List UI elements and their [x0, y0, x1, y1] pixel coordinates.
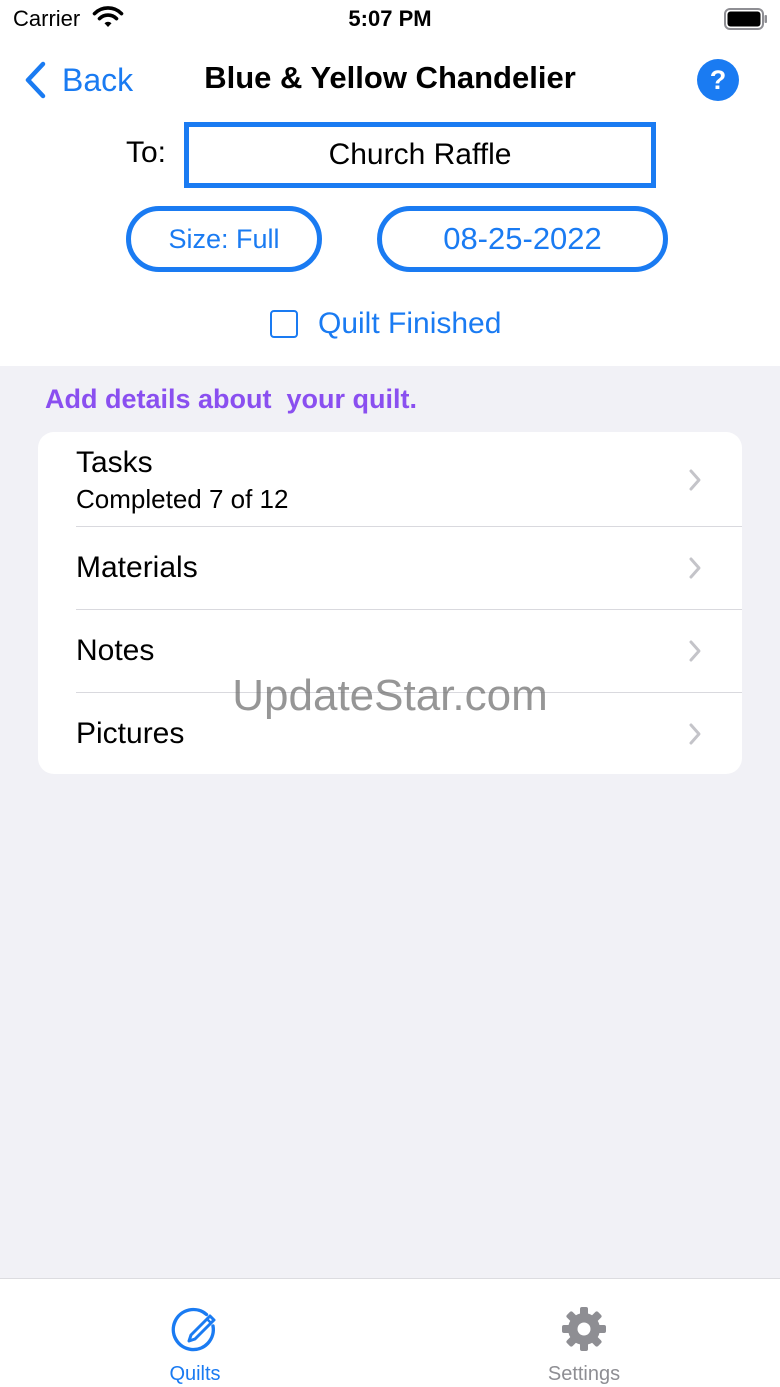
- list-item-pictures[interactable]: Pictures: [38, 693, 742, 774]
- chevron-right-icon: [689, 469, 701, 491]
- tab-quilts-label: Quilts: [169, 1363, 221, 1385]
- to-label: To:: [126, 136, 167, 169]
- gear-icon: [562, 1307, 606, 1351]
- chevron-left-icon: [25, 61, 46, 99]
- size-button[interactable]: Size: Full: [126, 206, 322, 272]
- notes-title: Notes: [76, 634, 155, 667]
- help-button[interactable]: ?: [697, 59, 739, 101]
- list-item-notes[interactable]: Notes: [38, 610, 742, 692]
- tab-settings[interactable]: Settings: [484, 1279, 684, 1387]
- section-header: Add details about your quilt.: [45, 384, 418, 414]
- chevron-right-icon: [689, 557, 701, 579]
- back-label: Back: [62, 61, 134, 98]
- quilt-finished-toggle[interactable]: Quilt Finished: [270, 304, 501, 344]
- tab-quilts[interactable]: Quilts: [95, 1279, 295, 1387]
- list-item-materials[interactable]: Materials: [38, 527, 742, 609]
- quilt-detail-screen: Carrier 5:07 PM Back Blue & Yellow Chand…: [0, 0, 780, 1387]
- tab-bar: Quilts Settings: [0, 1278, 780, 1387]
- date-button[interactable]: 08-25-2022: [377, 206, 668, 272]
- page-title: Blue & Yellow Chandelier: [204, 60, 576, 95]
- recipient-input[interactable]: [184, 122, 656, 188]
- tab-settings-label: Settings: [547, 1363, 621, 1385]
- tasks-title: Tasks: [76, 446, 153, 479]
- battery-icon: [724, 8, 767, 30]
- chevron-right-icon: [689, 640, 701, 662]
- pictures-title: Pictures: [76, 717, 185, 750]
- materials-title: Materials: [76, 551, 198, 584]
- chevron-right-icon: [689, 723, 701, 745]
- quilt-finished-label: Quilt Finished: [318, 307, 502, 340]
- status-bar: Carrier 5:07 PM: [0, 0, 780, 40]
- quilt-edit-icon: [171, 1307, 216, 1352]
- details-list: Tasks Completed 7 of 12 Materials Notes …: [38, 432, 742, 774]
- tasks-progress: Completed 7 of 12: [76, 484, 289, 514]
- checkbox-icon[interactable]: [270, 310, 298, 338]
- status-time: 5:07 PM: [348, 6, 432, 31]
- back-button[interactable]: Back: [22, 58, 133, 102]
- list-item-tasks[interactable]: Tasks Completed 7 of 12: [38, 432, 742, 526]
